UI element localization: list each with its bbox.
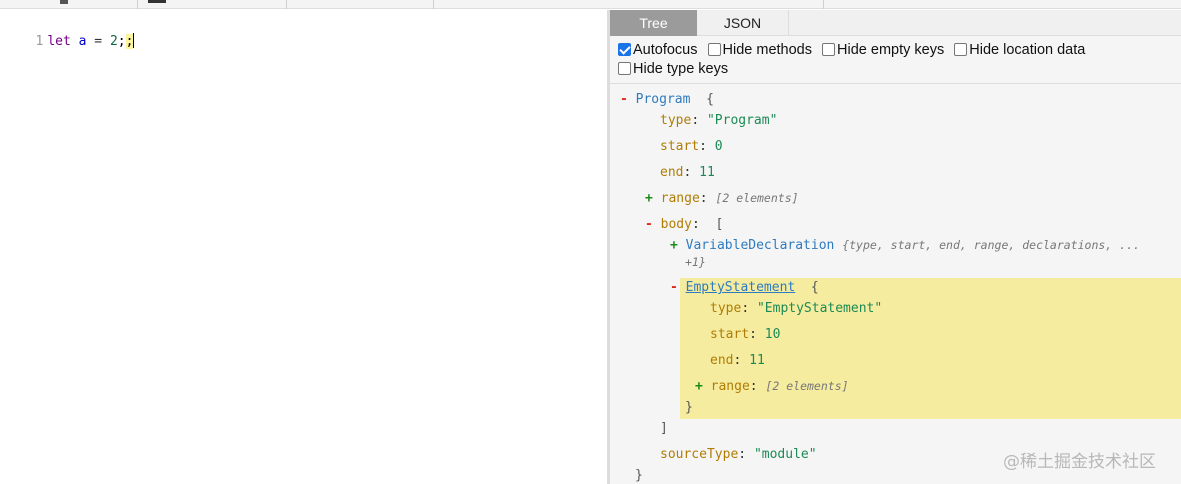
property-key: start: [710, 327, 750, 342]
toolbar-fragment: [60, 0, 68, 4]
tree-row-program[interactable]: - Program {: [620, 91, 714, 108]
property-key: range: [710, 379, 750, 394]
tree-row-variable-declaration[interactable]: + VariableDeclaration {type, start, end,…: [670, 237, 1140, 254]
node-name[interactable]: VariableDeclaration: [686, 238, 835, 253]
tree-row-range[interactable]: + range: [2 elements]: [645, 190, 799, 207]
tree-row-empty-close: }: [685, 399, 693, 416]
collapse-toggle[interactable]: -: [620, 92, 628, 107]
toolbar-separator: [137, 0, 138, 9]
tree-row-end: end: 11: [660, 165, 715, 180]
tree-row-source-type: sourceType: "module": [660, 447, 817, 462]
brace: {: [810, 280, 819, 295]
property-value: 11: [699, 165, 715, 180]
property-key: body: [660, 217, 692, 232]
editor-line[interactable]: 1 let a = 2;;: [0, 13, 135, 49]
toolbar-separator: [286, 0, 287, 9]
node-name[interactable]: EmptyStatement: [686, 280, 796, 295]
text-cursor: [133, 33, 135, 48]
brace: {: [706, 92, 714, 107]
code-number: 2: [109, 34, 118, 49]
tree-row-body[interactable]: - body: [: [645, 216, 723, 233]
collapsed-summary: [2 elements]: [715, 191, 799, 205]
tree-row-type: type: "Program": [660, 113, 778, 128]
code-variable: a: [78, 34, 87, 49]
tree-row-empty-start: start: 10: [710, 327, 781, 342]
bracket: [: [715, 217, 724, 232]
brace: }: [635, 468, 643, 483]
node-name[interactable]: Program: [636, 92, 691, 107]
property-key: end: [710, 353, 734, 368]
collapse-toggle[interactable]: -: [670, 280, 678, 295]
tree-row-start: start: 0: [660, 139, 723, 154]
collapsed-summary: {type, start, end, range, declarations, …: [842, 238, 1140, 252]
code-semicolon: ;: [117, 34, 126, 49]
expand-toggle[interactable]: +: [695, 379, 703, 394]
line-number: 1: [35, 34, 44, 49]
output-pane: Tree JSON Autofocus Hide methods Hide em…: [610, 10, 1181, 484]
toolbar-separator: [823, 0, 824, 9]
property-value: "Program": [706, 113, 778, 128]
code-operator: =: [94, 34, 103, 49]
collapse-toggle[interactable]: -: [645, 217, 653, 232]
code-keyword: let: [47, 34, 71, 49]
bracket: ]: [660, 421, 668, 436]
code-semicolon-highlighted: ;: [125, 34, 134, 49]
tree-row-empty-type: type: "EmptyStatement": [710, 301, 883, 316]
tree-row-program-close: }: [635, 467, 643, 484]
code-editor[interactable]: 1 let a = 2;;: [0, 10, 607, 484]
watermark: @稀土掘金技术社区: [1003, 452, 1156, 472]
collapsed-summary: +1}: [685, 255, 706, 269]
property-key: range: [660, 191, 700, 206]
property-key: end: [660, 165, 684, 180]
expand-toggle[interactable]: +: [645, 191, 653, 206]
tree-row-empty-range[interactable]: + range: [2 elements]: [695, 378, 849, 395]
tree-row-variable-declaration-cont: +1}: [685, 254, 706, 271]
brace: }: [685, 400, 693, 415]
property-key: start: [660, 139, 700, 154]
property-key: type: [710, 301, 742, 316]
property-value: 10: [764, 327, 781, 342]
tree-row-empty-end: end: 11: [710, 353, 765, 368]
property-key: type: [660, 113, 692, 128]
property-value: 11: [749, 353, 765, 368]
tree-row-body-close: ]: [660, 420, 668, 437]
property-value: 0: [714, 139, 723, 154]
property-value: "EmptyStatement": [756, 301, 883, 316]
toolbar-fragment: [148, 0, 166, 3]
toolbar-separator: [433, 0, 434, 9]
ast-tree: - Program { type: "Program" start: 0 end…: [610, 10, 1181, 484]
property-key: sourceType: [660, 447, 739, 462]
collapsed-summary: [2 elements]: [765, 379, 849, 393]
expand-toggle[interactable]: +: [670, 238, 678, 253]
top-toolbar: [0, 0, 1181, 9]
property-value: "module": [753, 447, 817, 462]
tree-row-empty-statement[interactable]: - EmptyStatement {: [670, 279, 819, 296]
